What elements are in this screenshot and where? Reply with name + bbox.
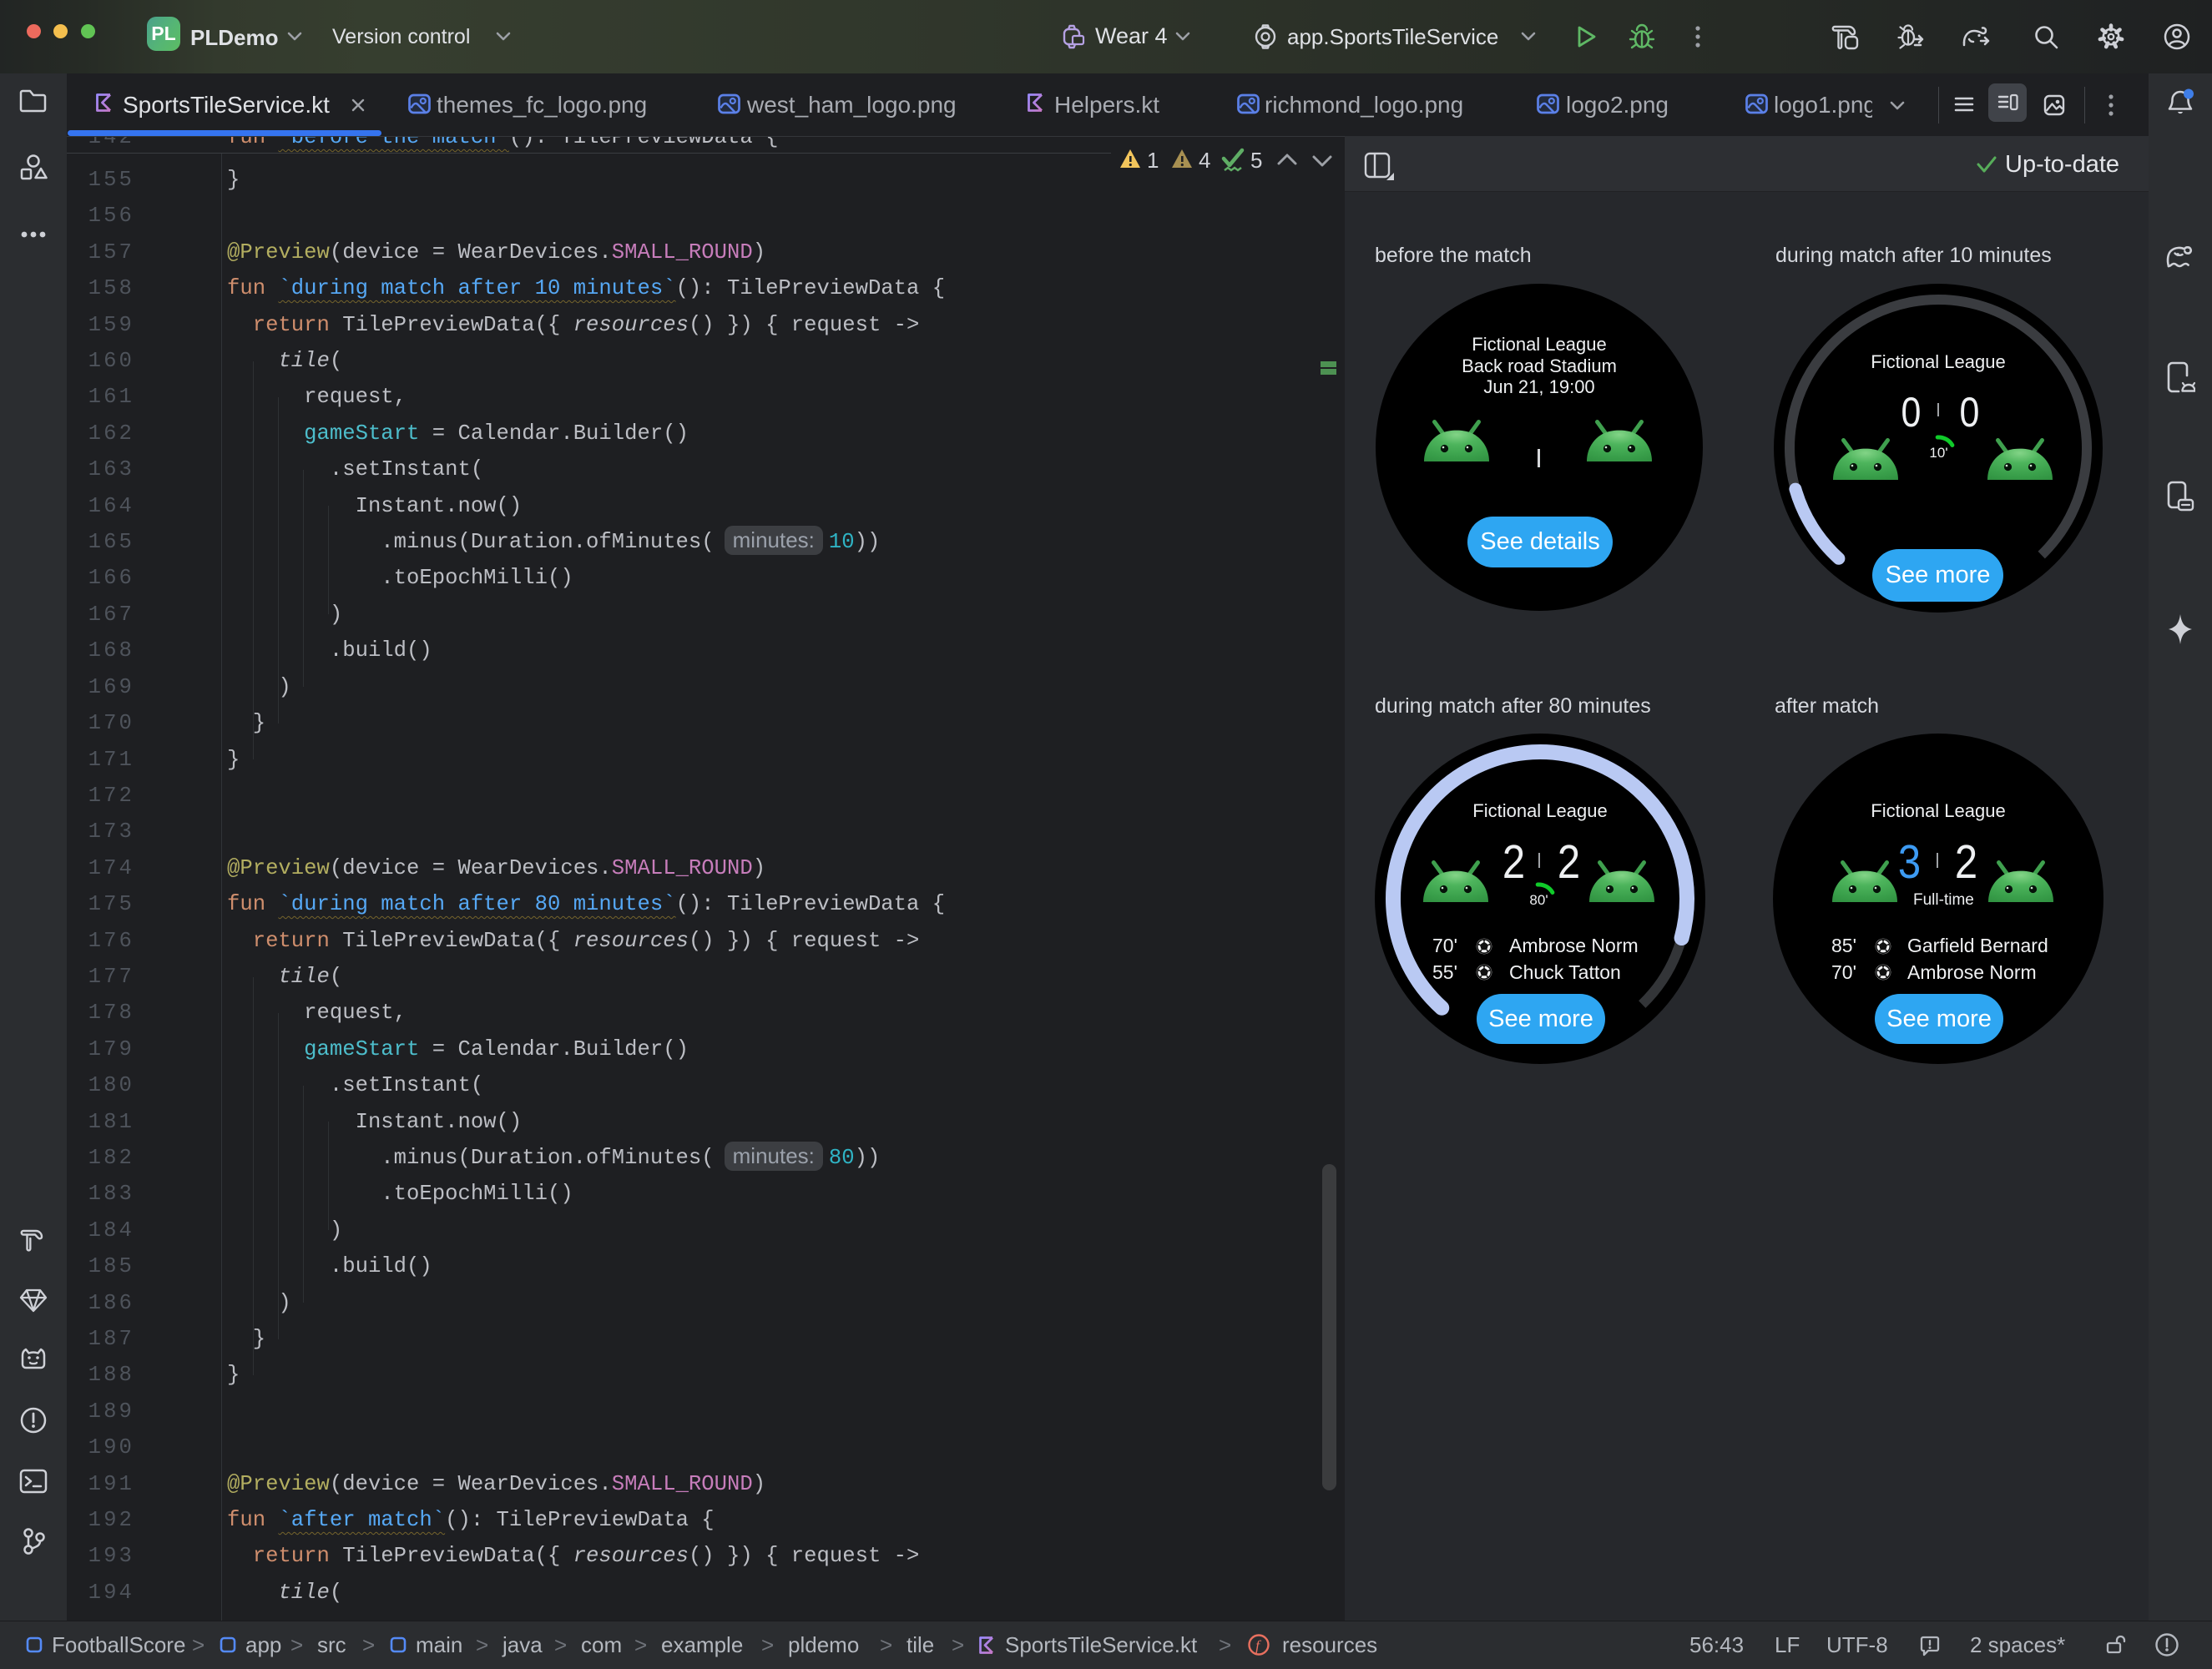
svg-text:f: f xyxy=(1255,1637,1262,1654)
svg-text:4: 4 xyxy=(1199,148,1210,173)
svg-text:1: 1 xyxy=(1147,148,1159,173)
svg-text:5: 5 xyxy=(1250,148,1262,173)
